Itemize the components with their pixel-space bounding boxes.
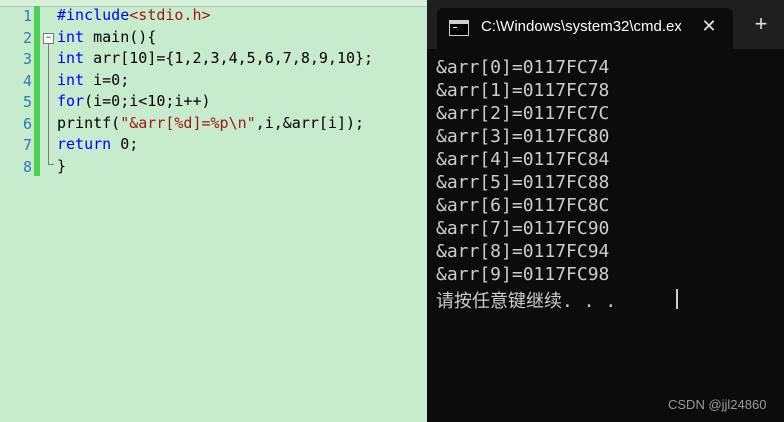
fold-guide-end (48, 164, 54, 165)
terminal-output-line: &arr[2]=0117FC7C (436, 103, 610, 124)
line-number: 3 (22, 50, 32, 68)
code-token: main(){ (84, 27, 157, 46)
terminal-output-line: &arr[9]=0117FC98 (436, 264, 610, 285)
line-number: 7 (22, 136, 32, 154)
code-line[interactable]: #include<stdio.h> (57, 6, 211, 28)
terminal-tab[interactable]: C:\Windows\system32\cmd.ex ✕ (437, 8, 733, 49)
terminal-output-line: &arr[0]=0117FC74 (436, 57, 610, 78)
code-line[interactable]: } (57, 157, 66, 179)
terminal-tab-bar: C:\Windows\system32\cmd.ex ✕ + (427, 0, 784, 49)
code-token: printf( (57, 113, 121, 132)
code-token: int (57, 70, 85, 89)
code-token: #include (57, 6, 130, 24)
code-token: int (57, 27, 85, 46)
code-token: for (57, 92, 85, 110)
terminal-output-line: &arr[3]=0117FC80 (436, 126, 610, 147)
code-token: "&arr[%d]=%p\n" (120, 113, 256, 132)
code-editor[interactable]: 12345678 − #include<stdio.h> int main(){i… (0, 0, 427, 422)
code-line[interactable]: int arr[10]={1,2,3,4,5,6,7,8,9,10}; (57, 49, 373, 71)
terminal-output-line: &arr[8]=0117FC94 (436, 241, 610, 262)
code-line[interactable]: for(i=0;i<10;i++) (57, 92, 211, 114)
fold-guide-line (48, 44, 49, 164)
code-line[interactable]: printf("&arr[%d]=%p\n",i,&arr[i]); (57, 114, 364, 136)
code-token: ,i,&arr[i]); (255, 113, 365, 132)
terminal-output-line: &arr[1]=0117FC78 (436, 80, 610, 101)
code-token: 0; (111, 135, 139, 153)
code-token: (i=0;i<10;i++) (84, 92, 211, 110)
line-number: 8 (22, 157, 32, 176)
terminal-output-line: &arr[4]=0117FC84 (436, 149, 610, 170)
line-number: 6 (22, 114, 32, 133)
watermark: CSDN @jjl24860 (668, 397, 767, 412)
code-line[interactable]: int main(){ (57, 28, 156, 50)
code-token: i=0; (84, 70, 130, 89)
tab-title: C:\Windows\system32\cmd.ex (481, 18, 681, 35)
new-tab-icon[interactable]: + (751, 13, 771, 35)
terminal-output-line: 请按任意键继续. . . (436, 291, 617, 312)
close-tab-icon[interactable]: ✕ (699, 16, 719, 36)
terminal-output-line: &arr[6]=0117FC8C (436, 195, 610, 216)
code-token: } (57, 156, 67, 175)
code-line[interactable]: int i=0; (57, 71, 129, 93)
line-number: 4 (22, 71, 32, 90)
code-token: <stdio.h> (129, 6, 211, 24)
terminal-output-line: &arr[7]=0117FC90 (436, 218, 610, 239)
line-number: 1 (22, 7, 32, 25)
code-token: arr[10]={1,2,3,4,5,6,7,8,9,10}; (84, 49, 374, 67)
terminal-output-line: &arr[5]=0117FC88 (436, 172, 610, 193)
code-token: return (57, 135, 112, 153)
code-line[interactable]: return 0; (57, 135, 138, 157)
code-token: int (57, 49, 85, 67)
line-number-gutter: 1 2 3 4 5 6 7 8 (0, 6, 34, 176)
terminal-window[interactable]: C:\Windows\system32\cmd.ex ✕ + &arr[0]=0… (427, 0, 784, 422)
line-number: 5 (22, 93, 32, 111)
change-indicator-bar (34, 6, 40, 176)
text-cursor (676, 289, 678, 309)
cmd-prompt-icon (449, 20, 469, 36)
line-number: 2 (22, 28, 32, 47)
fold-toggle-icon[interactable]: − (43, 33, 54, 44)
